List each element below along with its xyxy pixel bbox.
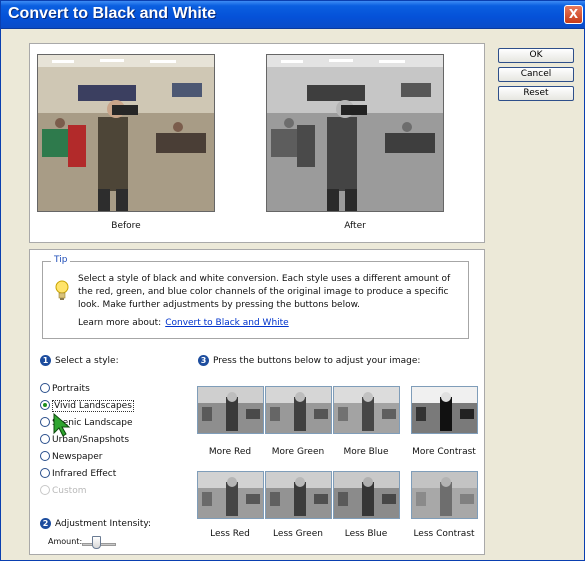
cancel-button[interactable]: Cancel [498,67,574,82]
tip-text: Select a style of black and white conver… [78,274,451,310]
more-contrast-label: More Contrast [412,447,476,457]
infrared-effect-label: Infrared Effect [52,469,117,479]
close-button[interactable]: X [564,5,583,24]
preview-panel: Before After [29,43,485,243]
more-contrast-button[interactable] [411,386,478,434]
learn-more-label: Learn more about: [78,318,162,328]
convert-dialog: Convert to Black and White X OK Cancel R… [0,0,585,561]
step-3-badge: 3 [198,355,209,366]
custom-radio [40,484,50,495]
before-image [37,54,215,212]
less-green-button[interactable] [265,471,332,519]
less-blue-button[interactable] [333,471,400,519]
amount-label: Amount: [48,537,83,546]
tip-legend: Tip [51,255,71,265]
less-contrast-button[interactable] [411,471,478,519]
ok-button[interactable]: OK [498,48,574,63]
more-blue-label: More Blue [343,447,389,457]
adjust-step-title: 3 Press the buttons below to adjust your … [198,355,420,366]
adjust-step-label: Press the buttons below to adjust your i… [213,356,421,366]
pointer-cursor-icon [53,413,71,437]
more-red-label: More Red [208,447,252,457]
more-blue-button[interactable] [333,386,400,434]
after-label: After [344,221,366,231]
dialog-title: Convert to Black and White [8,5,217,22]
style-option-newspaper[interactable]: Newspaper [40,450,103,464]
less-green-label: Less Green [273,529,323,539]
lightbulb-icon [55,280,69,300]
style-step-title: 1 Select a style: [40,355,119,366]
style-option-vivid-landscapes[interactable]: Vivid Landscapes [40,399,134,413]
step-2-badge: 2 [40,518,51,529]
before-label: Before [111,221,141,231]
less-blue-label: Less Blue [344,529,388,539]
less-red-button[interactable] [197,471,264,519]
newspaper-radio[interactable] [40,450,50,461]
style-option-portraits[interactable]: Portraits [40,382,90,396]
style-option-infrared-effect[interactable]: Infrared Effect [40,467,116,481]
tip-box: Tip Select a style of black and white co… [42,255,469,339]
portraits-label: Portraits [52,384,90,394]
newspaper-label: Newspaper [52,452,103,462]
more-green-label: More Green [271,447,325,457]
after-image [266,54,444,212]
title-bar[interactable]: Convert to Black and White X [1,1,585,29]
vivid-landscapes-radio[interactable] [40,399,50,410]
vivid-landscapes-label: Vivid Landscapes [52,400,134,412]
step-1-badge: 1 [40,355,51,366]
tip-learn-more: Learn more about: Convert to Black and Wh… [78,318,289,328]
intensity-step-title: 2 Adjustment Intensity: [40,518,151,529]
portraits-radio[interactable] [40,382,50,393]
style-step-label: Select a style: [55,356,119,366]
intensity-step-label: Adjustment Intensity: [55,519,152,529]
scenic-landscape-radio[interactable] [40,416,50,427]
infrared-effect-radio[interactable] [40,467,50,478]
settings-panel: Tip Select a style of black and white co… [29,249,485,555]
learn-more-link[interactable]: Convert to Black and White [165,318,289,328]
amount-slider-thumb[interactable] [92,536,101,549]
reset-button[interactable]: Reset [498,86,574,101]
custom-label: Custom [52,486,87,496]
style-option-custom: Custom [40,484,86,498]
close-icon: X [568,7,579,21]
less-contrast-label: Less Contrast [413,529,475,539]
less-red-label: Less Red [210,529,250,539]
urban-snapshots-radio[interactable] [40,433,50,444]
more-green-button[interactable] [265,386,332,434]
more-red-button[interactable] [197,386,264,434]
